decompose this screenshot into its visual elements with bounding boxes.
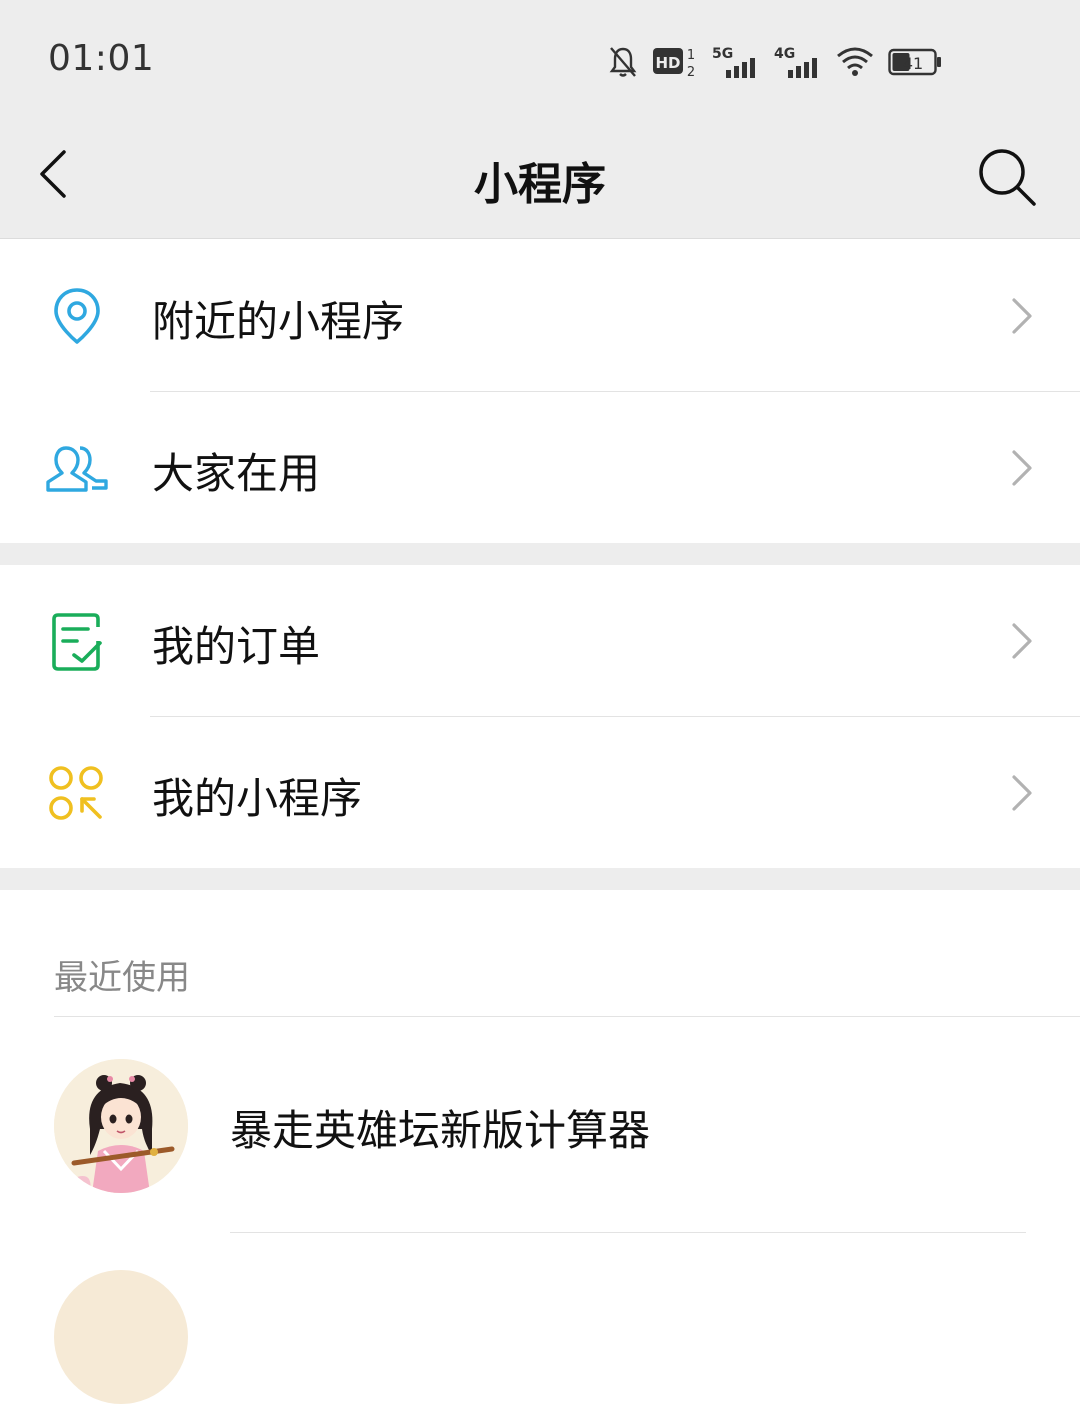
avatar — [54, 1270, 188, 1404]
wifi-icon — [837, 47, 873, 76]
menu-item-label: 我的小程序 — [152, 774, 363, 823]
location-pin-icon — [44, 284, 110, 350]
search-button[interactable] — [974, 144, 1040, 210]
chevron-right-icon — [1006, 448, 1036, 488]
menu-item-label: 我的订单 — [152, 622, 321, 671]
menu-item-popular[interactable]: 大家在用 — [0, 392, 1080, 543]
my-miniprogram-icon — [44, 761, 110, 827]
character-avatar — [54, 1059, 188, 1193]
row-divider — [230, 1232, 1026, 1233]
menu-item-nearby-miniprograms[interactable]: 附近的小程序 — [0, 240, 1080, 391]
recent-heading: 最近使用 — [54, 958, 190, 998]
title-bar: 小程序 — [0, 120, 1080, 239]
chevron-right-icon — [1006, 296, 1036, 336]
signal-4g-icon: 4G — [774, 46, 817, 78]
bell-off-icon — [609, 47, 637, 77]
hd-call-icon: HD 1 2 — [653, 48, 695, 80]
menu-item-my-orders[interactable]: 我的订单 — [0, 565, 1080, 716]
status-bar: 01:01 HD 1 2 5G 4G 41 — [0, 0, 1080, 120]
signal-5g-icon: 5G — [712, 46, 755, 78]
network-4g-label: 4G — [774, 46, 795, 62]
hd-label: HD — [655, 54, 680, 72]
recent-item-label: 暴走英雄坛新版计算器 — [230, 1106, 651, 1155]
people-icon — [44, 436, 110, 502]
order-check-icon — [44, 609, 110, 675]
battery-icon: 41 — [888, 48, 941, 76]
svg-text:1: 1 — [687, 48, 695, 63]
menu-item-label: 大家在用 — [152, 449, 321, 498]
status-time: 01:01 — [48, 38, 155, 79]
section-gap — [0, 543, 1080, 565]
menu-item-my-miniprograms[interactable]: 我的小程序 — [0, 717, 1080, 868]
recent-item[interactable]: 暴走英雄坛新版计算器 — [0, 1017, 1080, 1233]
battery-level: 41 — [903, 54, 923, 73]
page-title: 小程序 — [474, 159, 606, 210]
status-icons: HD 1 2 5G 4G 41 — [608, 40, 944, 84]
chevron-right-icon — [1006, 773, 1036, 813]
menu-item-label: 附近的小程序 — [152, 297, 405, 346]
network-5g-label: 5G — [712, 46, 733, 62]
search-icon — [979, 149, 1036, 206]
chevron-right-icon — [1006, 621, 1036, 661]
section-gap — [0, 868, 1080, 890]
svg-text:2: 2 — [687, 65, 695, 80]
avatar — [54, 1059, 188, 1193]
